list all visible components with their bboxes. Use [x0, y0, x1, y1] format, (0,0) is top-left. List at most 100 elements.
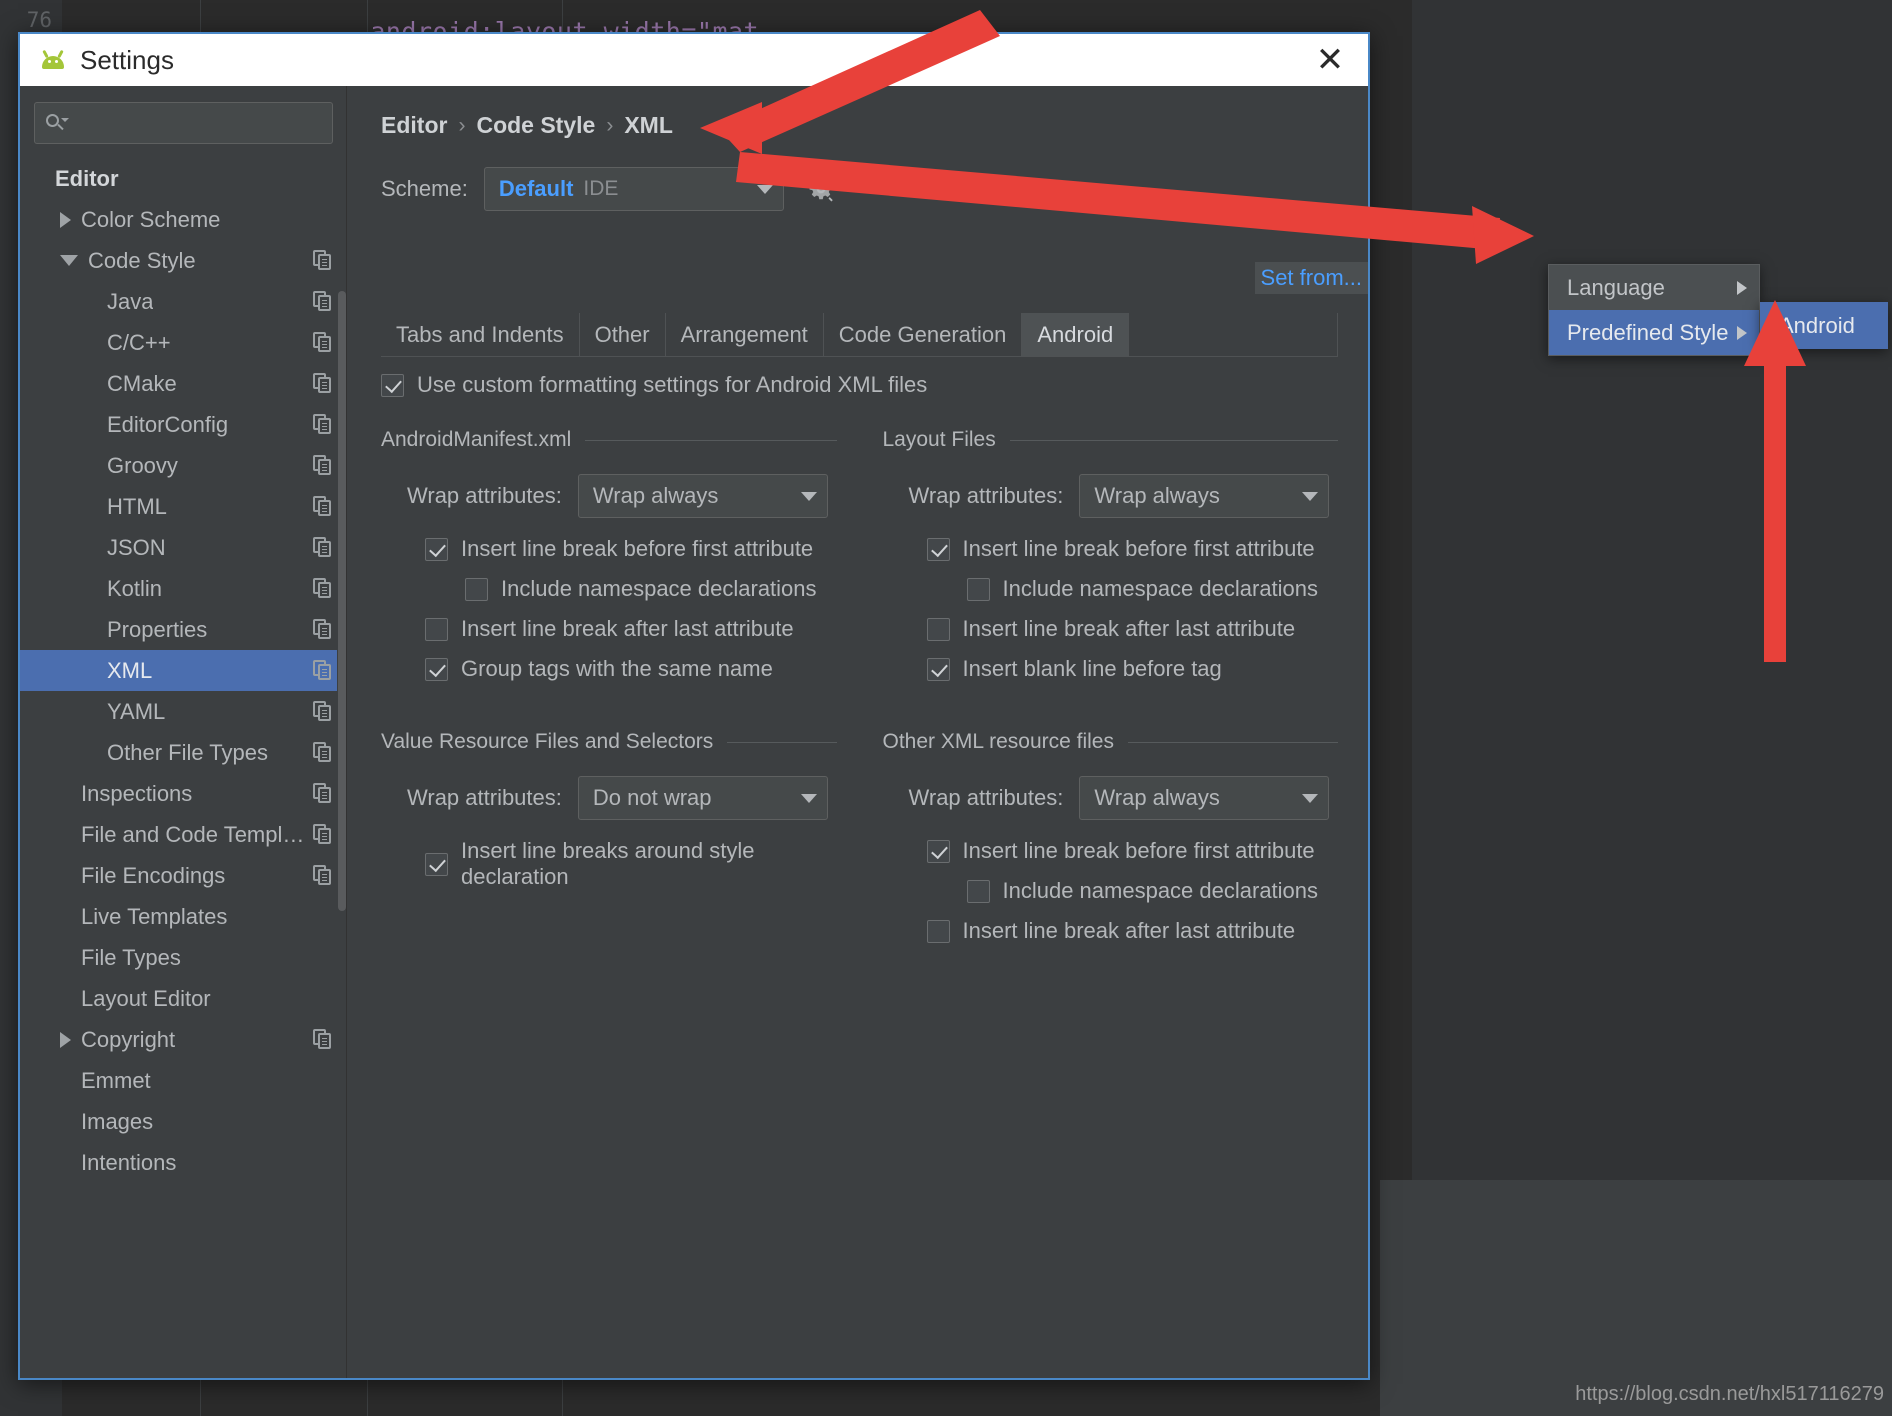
chevron-right-icon[interactable] — [60, 212, 71, 228]
copy-settings-icon[interactable] — [313, 783, 333, 805]
sidebar-item-json[interactable]: JSON — [20, 527, 347, 568]
copy-settings-icon[interactable] — [313, 537, 333, 559]
sidebar-item-file-types[interactable]: File Types — [20, 937, 347, 978]
wrap-attributes-select-other-xml-resource-files[interactable]: Wrap always — [1079, 776, 1329, 820]
settings-tree[interactable]: EditorColor SchemeCode StyleJavaC/C++CMa… — [20, 154, 347, 1378]
sidebar-item-editor[interactable]: Editor — [20, 158, 347, 199]
chevron-down-icon[interactable] — [60, 255, 78, 266]
option-include-namespace-declarations[interactable]: Include namespace declarations — [465, 576, 837, 602]
sidebar-item-xml[interactable]: XML — [20, 650, 347, 691]
tab-other[interactable]: Other — [580, 313, 666, 356]
option-include-namespace-declarations[interactable]: Include namespace declarations — [967, 878, 1339, 904]
copy-settings-icon[interactable] — [313, 496, 333, 518]
copy-settings-icon[interactable] — [313, 619, 333, 641]
option-insert-line-break-after-last-attribute[interactable]: Insert line break after last attribute — [927, 918, 1339, 944]
chevron-right-icon[interactable] — [60, 1032, 71, 1048]
sidebar-item-emmet[interactable]: Emmet — [20, 1060, 347, 1101]
sidebar-item-editorconfig[interactable]: EditorConfig — [20, 404, 347, 445]
sidebar-item-java[interactable]: Java — [20, 281, 347, 322]
option-include-namespace-declarations[interactable]: Include namespace declarations — [967, 576, 1339, 602]
option-insert-line-break-before-first-attribute[interactable]: Insert line break before first attribute — [927, 838, 1339, 864]
option-group-tags-with-the-same-name[interactable]: Group tags with the same name — [425, 656, 837, 682]
copy-settings-icon[interactable] — [313, 660, 333, 682]
sidebar-item-properties[interactable]: Properties — [20, 609, 347, 650]
sidebar-item-file-encodings[interactable]: File Encodings — [20, 855, 347, 896]
option-insert-line-break-before-first-attribute[interactable]: Insert line break before first attribute — [425, 536, 837, 562]
copy-settings-icon[interactable] — [313, 332, 333, 354]
tab-tabs-and-indents[interactable]: Tabs and Indents — [381, 313, 580, 356]
checkbox[interactable] — [425, 853, 448, 876]
chevron-right-icon — [1737, 326, 1747, 340]
tab-arrangement[interactable]: Arrangement — [666, 313, 824, 356]
use-custom-formatting-row[interactable]: Use custom formatting settings for Andro… — [381, 372, 1338, 398]
use-custom-formatting-checkbox[interactable] — [381, 374, 404, 397]
checkbox[interactable] — [465, 578, 488, 601]
checkbox[interactable] — [967, 880, 990, 903]
checkbox[interactable] — [927, 538, 950, 561]
sidebar-item-groovy[interactable]: Groovy — [20, 445, 347, 486]
search-box[interactable] — [34, 102, 333, 144]
sidebar-item-yaml[interactable]: YAML — [20, 691, 347, 732]
checkbox[interactable] — [927, 840, 950, 863]
sidebar-item-intentions[interactable]: Intentions — [20, 1142, 347, 1183]
option-insert-line-breaks-around-style-declaration[interactable]: Insert line breaks around style declarat… — [425, 838, 837, 890]
gear-icon[interactable] — [806, 174, 836, 204]
sidebar-item-copyright[interactable]: Copyright — [20, 1019, 347, 1060]
option-insert-line-break-after-last-attribute[interactable]: Insert line break after last attribute — [927, 616, 1339, 642]
copy-settings-icon[interactable] — [313, 742, 333, 764]
sidebar-item-live-templates[interactable]: Live Templates — [20, 896, 347, 937]
watermark-text: https://blog.csdn.net/hxl517116279 — [1575, 1383, 1884, 1406]
sidebar-item-html[interactable]: HTML — [20, 486, 347, 527]
checkbox[interactable] — [425, 658, 448, 681]
set-from-context-menu[interactable]: LanguagePredefined Style — [1548, 264, 1760, 356]
settings-tabs[interactable]: Tabs and IndentsOtherArrangementCode Gen… — [381, 313, 1338, 357]
sidebar-item-layout-editor[interactable]: Layout Editor — [20, 978, 347, 1019]
copy-settings-icon[interactable] — [313, 291, 333, 313]
checkbox[interactable] — [425, 538, 448, 561]
close-icon[interactable]: ✕ — [1308, 38, 1352, 82]
sidebar-scrollbar-thumb[interactable] — [338, 291, 346, 911]
copy-settings-icon[interactable] — [313, 455, 333, 477]
sidebar-item-other-file-types[interactable]: Other File Types — [20, 732, 347, 773]
predefined-style-submenu[interactable]: Android — [1760, 302, 1888, 349]
sidebar-item-cmake[interactable]: CMake — [20, 363, 347, 404]
breadcrumb-item-editor[interactable]: Editor — [381, 112, 447, 139]
option-insert-blank-line-before-tag[interactable]: Insert blank line before tag — [927, 656, 1339, 682]
copy-settings-icon[interactable] — [313, 578, 333, 600]
menu-item-language[interactable]: Language — [1549, 265, 1759, 310]
wrap-attributes-select-value-resource-files-and-selectors[interactable]: Do not wrap — [578, 776, 828, 820]
scheme-select[interactable]: Default IDE — [484, 167, 784, 211]
checkbox[interactable] — [927, 658, 950, 681]
copy-settings-icon[interactable] — [313, 824, 333, 846]
wrap-attributes-select-androidmanifest-xml[interactable]: Wrap always — [578, 474, 828, 518]
breadcrumb-item-code-style[interactable]: Code Style — [476, 112, 595, 139]
sidebar-item-file-and-code-templates[interactable]: File and Code Templates — [20, 814, 347, 855]
submenu-item-android[interactable]: Android — [1761, 303, 1887, 348]
sidebar-item-images[interactable]: Images — [20, 1101, 347, 1142]
wrap-attributes-label: Wrap attributes: — [909, 785, 1064, 811]
sidebar-item-inspections[interactable]: Inspections — [20, 773, 347, 814]
option-insert-line-break-before-first-attribute[interactable]: Insert line break before first attribute — [927, 536, 1339, 562]
copy-settings-icon[interactable] — [313, 373, 333, 395]
copy-settings-icon[interactable] — [313, 865, 333, 887]
breadcrumb-item-xml[interactable]: XML — [624, 112, 673, 139]
tab-code-generation[interactable]: Code Generation — [824, 313, 1023, 356]
checkbox[interactable] — [425, 618, 448, 641]
copy-settings-icon[interactable] — [313, 1029, 333, 1051]
tab-android[interactable]: Android — [1022, 313, 1129, 356]
checkbox[interactable] — [927, 920, 950, 943]
copy-settings-icon[interactable] — [313, 414, 333, 436]
option-insert-line-break-after-last-attribute[interactable]: Insert line break after last attribute — [425, 616, 837, 642]
sidebar-item-color-scheme[interactable]: Color Scheme — [20, 199, 347, 240]
copy-settings-icon[interactable] — [313, 701, 333, 723]
wrap-attributes-select-layout-files[interactable]: Wrap always — [1079, 474, 1329, 518]
sidebar-item-code-style[interactable]: Code Style — [20, 240, 347, 281]
sidebar-item-c-c[interactable]: C/C++ — [20, 322, 347, 363]
checkbox[interactable] — [927, 618, 950, 641]
copy-settings-icon[interactable] — [313, 250, 333, 272]
search-input[interactable] — [71, 112, 336, 135]
checkbox[interactable] — [967, 578, 990, 601]
set-from-link[interactable]: Set from... — [1255, 262, 1368, 294]
menu-item-predefined-style[interactable]: Predefined Style — [1549, 310, 1759, 355]
sidebar-item-kotlin[interactable]: Kotlin — [20, 568, 347, 609]
